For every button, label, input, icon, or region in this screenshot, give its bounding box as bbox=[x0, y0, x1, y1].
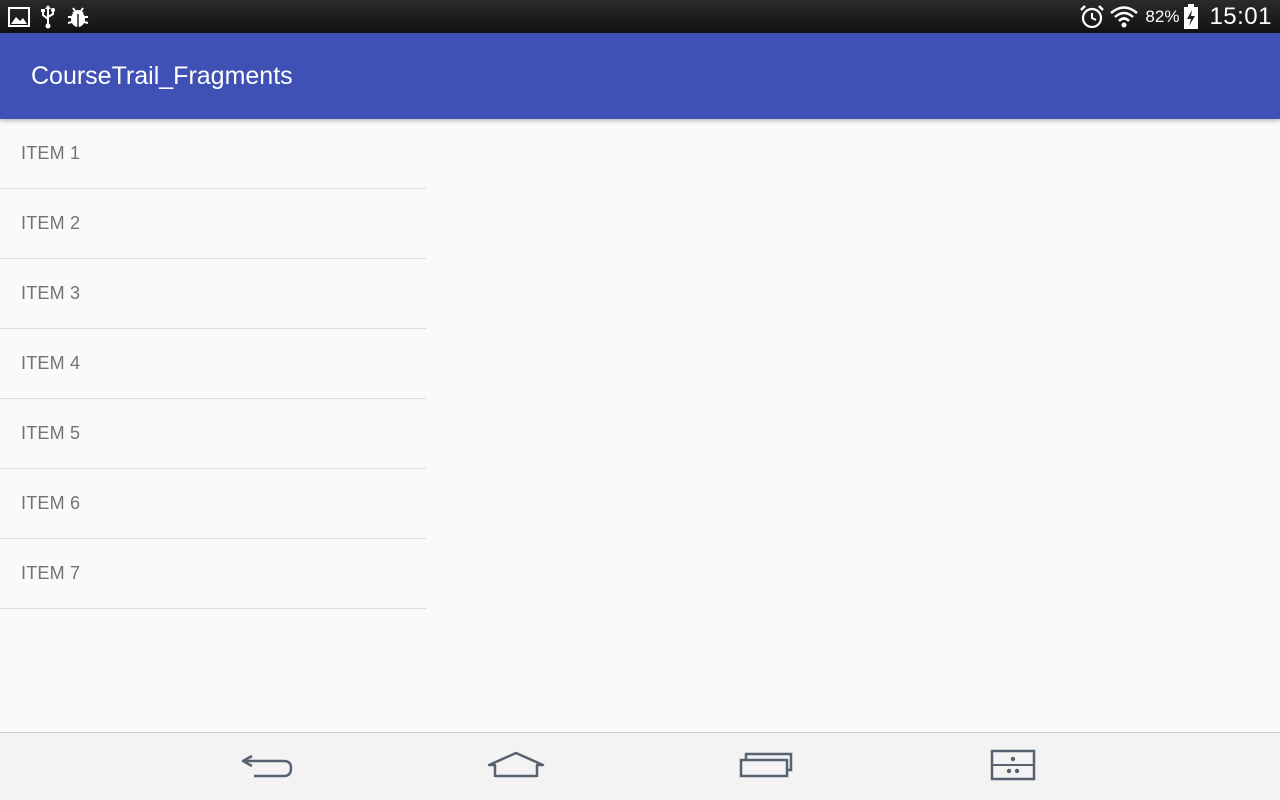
list-item-label: ITEM 4 bbox=[21, 353, 81, 373]
list-item-label: ITEM 3 bbox=[21, 283, 81, 303]
item-list: ITEM 1 ITEM 2 ITEM 3 ITEM 4 ITEM 5 ITEM … bbox=[0, 119, 426, 609]
status-left-icons bbox=[8, 0, 90, 33]
list-item[interactable]: ITEM 2 bbox=[0, 189, 426, 259]
battery-charging-icon bbox=[1183, 0, 1199, 33]
dual-window-icon bbox=[989, 749, 1037, 786]
battery-percent: 82% bbox=[1145, 6, 1180, 26]
screen: 82% 15:01 CourseTrail_Fragments ITEM 1 I… bbox=[0, 0, 1280, 800]
recents-icon bbox=[739, 750, 793, 785]
gallery-icon bbox=[8, 0, 30, 33]
list-item-label: ITEM 5 bbox=[21, 423, 81, 443]
list-item[interactable]: ITEM 3 bbox=[0, 259, 426, 329]
usb-icon bbox=[40, 0, 56, 33]
list-item[interactable]: ITEM 1 bbox=[0, 119, 426, 189]
wifi-icon bbox=[1109, 0, 1139, 33]
app-bar: CourseTrail_Fragments bbox=[0, 33, 1280, 119]
list-item-label: ITEM 1 bbox=[21, 143, 81, 163]
list-item[interactable]: ITEM 6 bbox=[0, 469, 426, 539]
home-icon bbox=[486, 750, 546, 785]
navigation-bar bbox=[0, 732, 1280, 800]
recents-button[interactable] bbox=[711, 733, 821, 800]
back-icon bbox=[240, 750, 294, 785]
list-item-label: ITEM 2 bbox=[21, 213, 81, 233]
back-button[interactable] bbox=[212, 733, 322, 800]
debug-icon bbox=[66, 0, 90, 33]
app-title: CourseTrail_Fragments bbox=[31, 62, 293, 90]
status-bar: 82% 15:01 bbox=[0, 0, 1280, 33]
status-right-icons: 82% 15:01 bbox=[1079, 0, 1272, 33]
list-item-label: ITEM 6 bbox=[21, 493, 81, 513]
list-item[interactable]: ITEM 4 bbox=[0, 329, 426, 399]
dual-window-button[interactable] bbox=[958, 733, 1068, 800]
list-item-label: ITEM 7 bbox=[21, 563, 81, 583]
home-button[interactable] bbox=[461, 733, 571, 800]
list-item[interactable]: ITEM 5 bbox=[0, 399, 426, 469]
list-item[interactable]: ITEM 7 bbox=[0, 539, 426, 609]
alarm-icon bbox=[1079, 0, 1105, 33]
clock: 15:01 bbox=[1209, 2, 1272, 30]
detail-pane bbox=[426, 119, 1280, 732]
